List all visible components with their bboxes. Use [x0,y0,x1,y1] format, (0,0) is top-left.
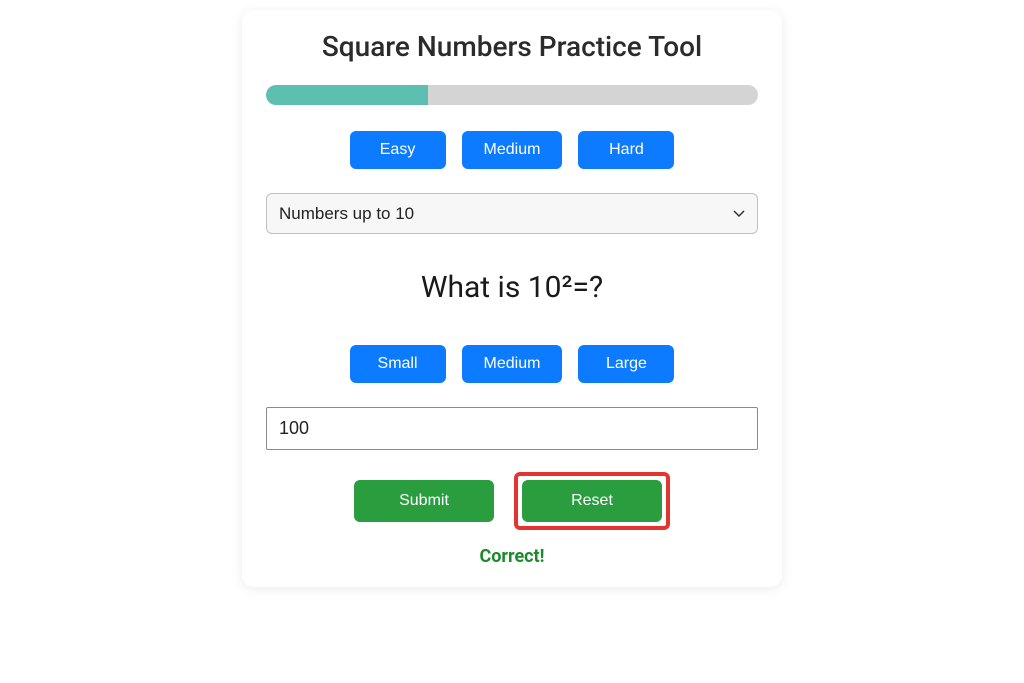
practice-card: Square Numbers Practice Tool Easy Medium… [242,10,782,587]
answer-input[interactable] [266,407,758,450]
easy-button[interactable]: Easy [350,131,446,169]
progress-bar [266,85,758,105]
page-title: Square Numbers Practice Tool [322,30,702,63]
range-select-wrap: Numbers up to 10 [266,193,758,234]
range-select[interactable]: Numbers up to 10 [266,193,758,234]
medium-size-button[interactable]: Medium [462,345,563,383]
action-row: Submit Reset [354,472,670,530]
small-button[interactable]: Small [350,345,446,383]
question-text: What is 10²=? [421,270,603,305]
reset-button[interactable]: Reset [522,480,662,522]
progress-fill [266,85,428,105]
submit-button[interactable]: Submit [354,480,494,522]
reset-highlight: Reset [514,472,670,530]
difficulty-row: Easy Medium Hard [350,131,675,169]
hard-button[interactable]: Hard [578,131,674,169]
size-row: Small Medium Large [350,345,675,383]
medium-button[interactable]: Medium [462,131,563,169]
large-button[interactable]: Large [578,345,674,383]
feedback-text: Correct! [479,546,544,567]
